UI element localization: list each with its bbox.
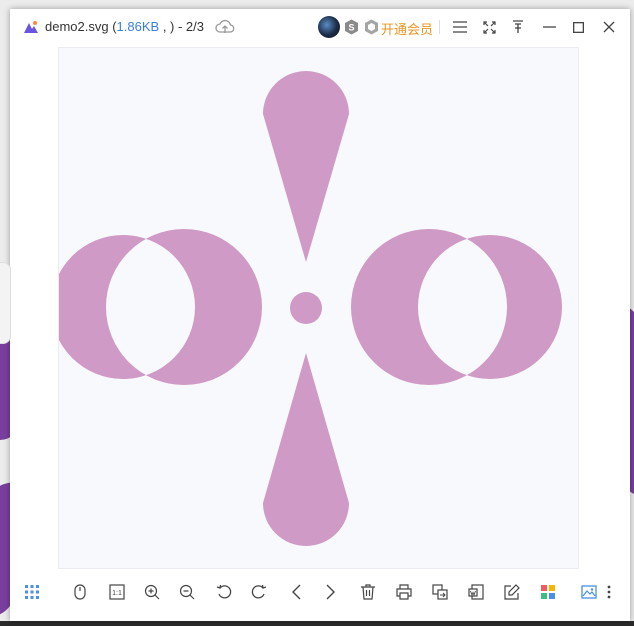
center-dot bbox=[290, 292, 322, 324]
demo-artwork bbox=[59, 71, 562, 546]
actual-size-icon[interactable]: 1:1 bbox=[107, 582, 127, 602]
edit-icon[interactable] bbox=[502, 582, 522, 602]
cloud-upload-icon[interactable] bbox=[215, 18, 235, 36]
rotate-right-icon[interactable] bbox=[249, 582, 269, 602]
pin-icon[interactable] bbox=[507, 16, 529, 38]
left-crescent bbox=[59, 229, 262, 385]
image-viewer-window: demo2.svg (1.86KB , ) - 2/3 S 开通会员 1:1 bbox=[10, 9, 630, 621]
maximize-icon[interactable] bbox=[567, 16, 589, 38]
mouse-icon[interactable] bbox=[70, 582, 90, 602]
bottom-toolbar: 1:1 bbox=[10, 574, 630, 610]
coin-badge-icon[interactable]: S bbox=[344, 19, 359, 35]
title-bar: demo2.svg (1.86KB , ) - 2/3 S 开通会员 bbox=[10, 9, 630, 45]
side-panel-toggle[interactable] bbox=[0, 262, 11, 344]
more-icon[interactable] bbox=[599, 582, 619, 602]
vip-upgrade-link[interactable]: 开通会员 bbox=[381, 19, 433, 38]
convert-icon[interactable] bbox=[430, 582, 450, 602]
export-icon[interactable] bbox=[466, 582, 486, 602]
menu-icon[interactable] bbox=[449, 16, 471, 38]
previous-icon[interactable] bbox=[286, 582, 306, 602]
bottom-teardrop bbox=[263, 353, 349, 546]
file-size: 1.86KB bbox=[116, 19, 160, 34]
zoom-in-icon[interactable] bbox=[142, 582, 162, 602]
fullscreen-icon[interactable] bbox=[478, 16, 500, 38]
member-badge-icon[interactable] bbox=[364, 19, 379, 35]
close-icon[interactable] bbox=[598, 16, 620, 38]
grid-view-icon[interactable] bbox=[22, 582, 42, 602]
svg-image-preview bbox=[59, 71, 562, 546]
minimize-icon[interactable] bbox=[538, 16, 560, 38]
next-icon[interactable] bbox=[321, 582, 341, 602]
zoom-out-icon[interactable] bbox=[177, 582, 197, 602]
file-name: demo2.svg bbox=[45, 19, 109, 34]
apps-icon[interactable] bbox=[538, 582, 558, 602]
window-title: demo2.svg (1.86KB , ) - 2/3 bbox=[45, 19, 204, 34]
svg-text:1:1: 1:1 bbox=[112, 590, 122, 597]
print-icon[interactable] bbox=[394, 582, 414, 602]
image-canvas[interactable] bbox=[58, 47, 579, 569]
image-icon[interactable] bbox=[579, 582, 599, 602]
right-crescent bbox=[351, 229, 562, 385]
rotate-left-icon[interactable] bbox=[214, 582, 234, 602]
page-indicator: , ) - 2/3 bbox=[159, 19, 204, 34]
divider bbox=[439, 20, 440, 34]
app-logo-icon bbox=[24, 21, 38, 33]
top-teardrop bbox=[263, 71, 349, 262]
user-avatar[interactable] bbox=[318, 16, 340, 38]
delete-icon[interactable] bbox=[358, 582, 378, 602]
svg-text:S: S bbox=[348, 23, 354, 33]
title-paren: ( bbox=[108, 19, 117, 34]
